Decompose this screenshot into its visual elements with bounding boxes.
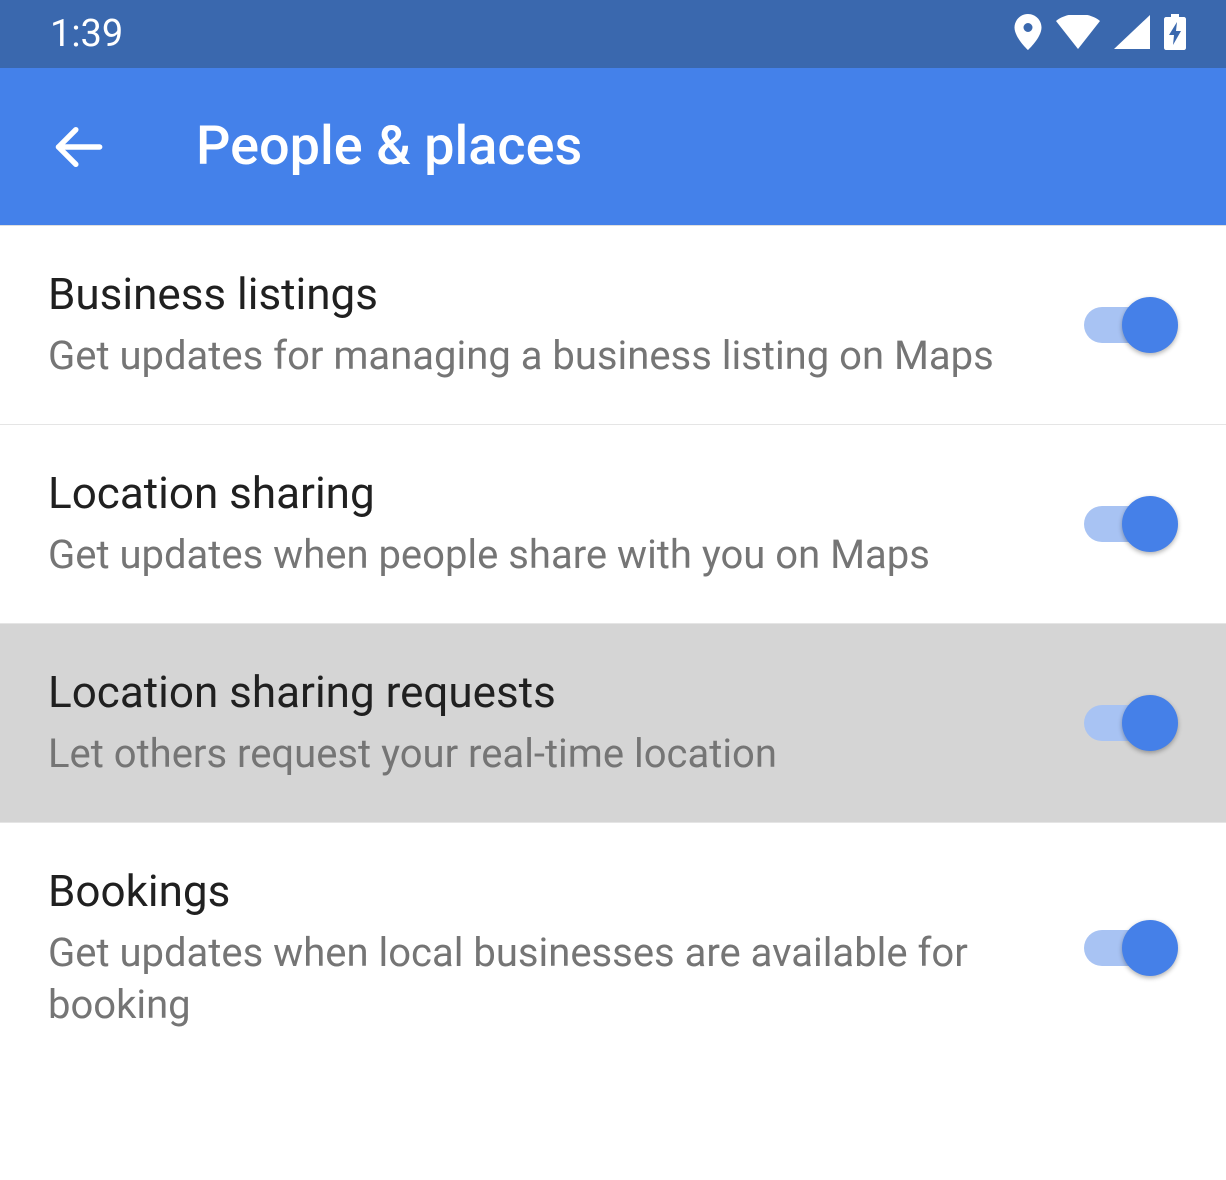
battery-charging-icon (1164, 14, 1186, 54)
page-title: People & places (196, 115, 582, 178)
setting-description: Get updates when people share with you o… (48, 529, 1044, 581)
setting-title: Business listings (48, 268, 1044, 320)
setting-description: Get updates when local businesses are av… (48, 927, 1044, 1031)
setting-text: Location sharing requests Let others req… (48, 666, 1084, 780)
cellular-signal-icon (1114, 15, 1150, 53)
setting-title: Location sharing requests (48, 666, 1044, 718)
status-bar: 1:39 (0, 0, 1226, 68)
setting-description: Get updates for managing a business list… (48, 330, 1044, 382)
setting-text: Location sharing Get updates when people… (48, 467, 1084, 581)
location-pin-icon (1014, 14, 1042, 54)
toggle-location-sharing-requests[interactable] (1084, 694, 1178, 752)
settings-list: Business listings Get updates for managi… (0, 226, 1226, 1073)
toggle-bookings[interactable] (1084, 919, 1178, 977)
setting-item-location-sharing[interactable]: Location sharing Get updates when people… (0, 425, 1226, 624)
wifi-icon (1056, 15, 1100, 53)
back-button[interactable] (52, 121, 104, 173)
toggle-thumb (1122, 496, 1178, 552)
status-icons (1014, 14, 1186, 54)
toggle-thumb (1122, 920, 1178, 976)
setting-title: Location sharing (48, 467, 1044, 519)
toggle-thumb (1122, 297, 1178, 353)
setting-item-business-listings[interactable]: Business listings Get updates for managi… (0, 226, 1226, 425)
toggle-business-listings[interactable] (1084, 296, 1178, 354)
setting-text: Bookings Get updates when local business… (48, 865, 1084, 1031)
setting-description: Let others request your real-time locati… (48, 728, 1044, 780)
setting-item-location-sharing-requests[interactable]: Location sharing requests Let others req… (0, 624, 1226, 823)
toggle-location-sharing[interactable] (1084, 495, 1178, 553)
setting-text: Business listings Get updates for managi… (48, 268, 1084, 382)
app-bar: People & places (0, 68, 1226, 226)
setting-title: Bookings (48, 865, 1044, 917)
toggle-thumb (1122, 695, 1178, 751)
setting-item-bookings[interactable]: Bookings Get updates when local business… (0, 823, 1226, 1073)
status-time: 1:39 (50, 12, 123, 56)
